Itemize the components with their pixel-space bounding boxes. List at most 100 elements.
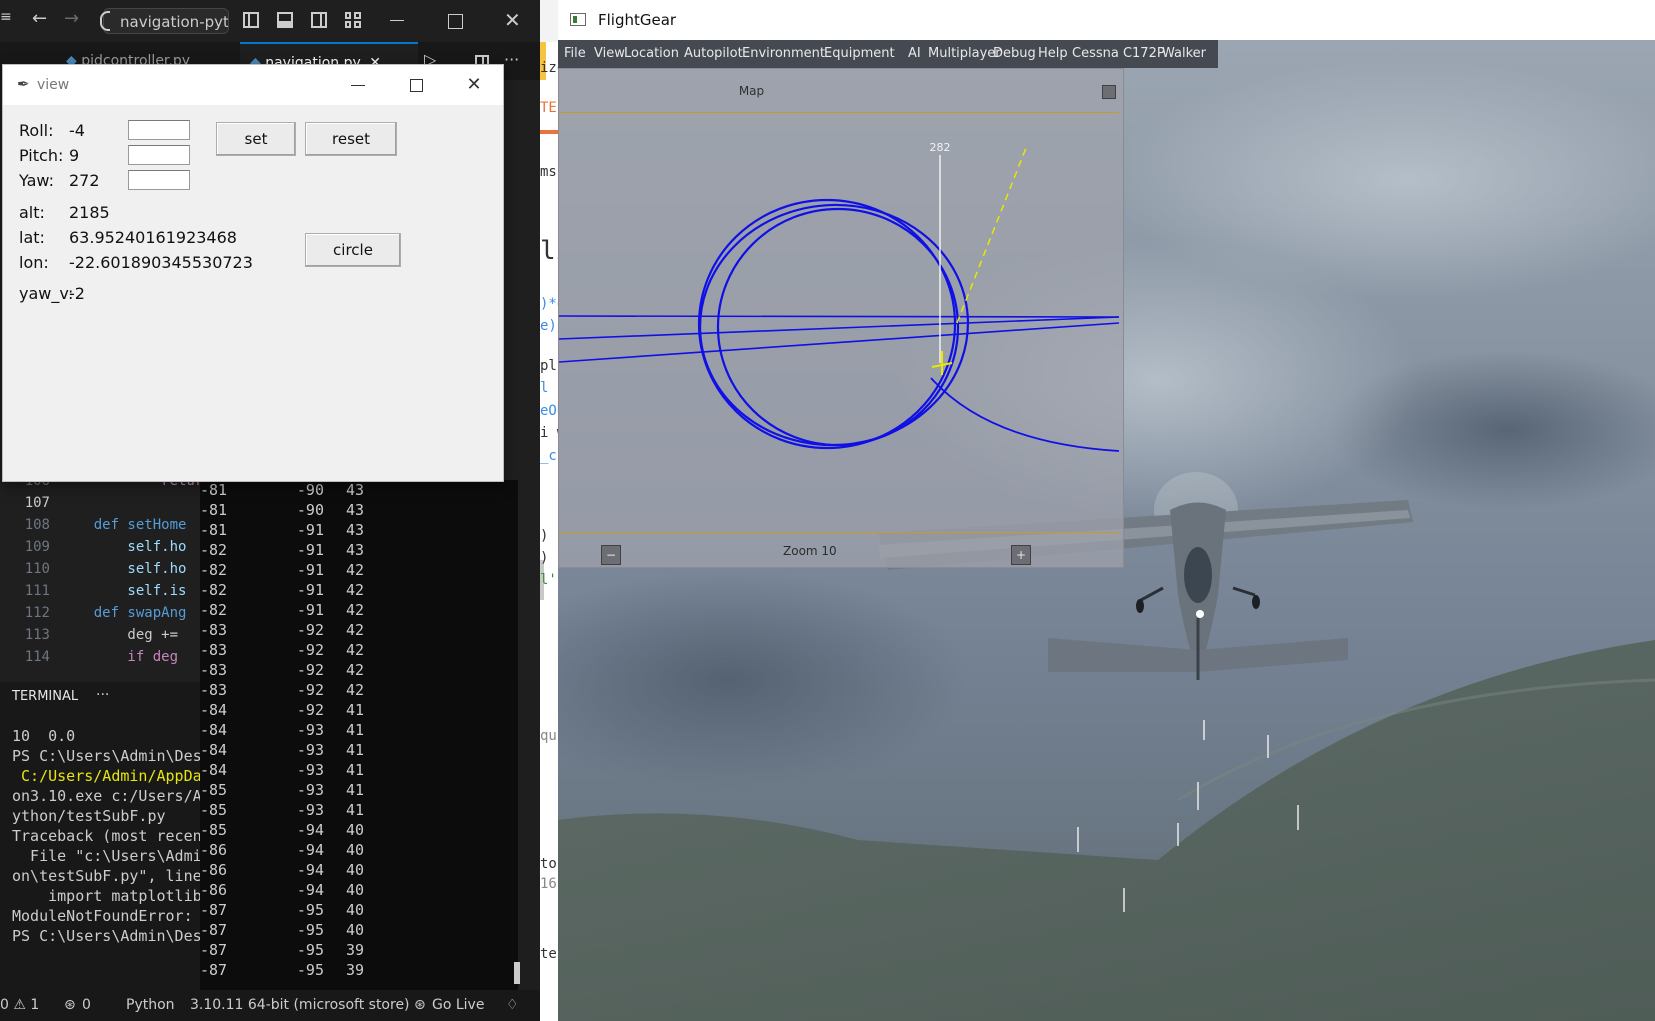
code-line[interactable]: 111 self.is (0, 580, 200, 602)
maximize-icon[interactable] (448, 14, 463, 29)
code-line[interactable]: 109 self.ho (0, 536, 200, 558)
go-live-button[interactable]: Go Live (432, 990, 484, 1021)
menu-ai[interactable]: AI (908, 40, 921, 68)
roll-input[interactable] (128, 120, 190, 140)
ports-status[interactable]: 0 (82, 990, 91, 1021)
output-cell: -92 (296, 661, 324, 679)
set-button[interactable]: set (216, 122, 296, 156)
yaw-value: 272 (69, 171, 100, 190)
sliver-text-fragment: TEF (540, 100, 558, 116)
command-center-search[interactable]: navigation-pytho (103, 8, 229, 34)
code-text: def setHome (60, 517, 187, 533)
code-text: self.is (60, 583, 187, 599)
interpreter-status[interactable]: 3.10.11 64-bit (microsoft store) (190, 990, 410, 1021)
pitch-input[interactable] (128, 145, 190, 165)
line-number: 108 (24, 517, 50, 533)
minimize-button[interactable] (335, 65, 381, 105)
output-cell: 43 (345, 541, 364, 559)
maximize-button[interactable] (393, 65, 439, 105)
output-cell: 42 (345, 621, 364, 639)
output-cell: -84 (200, 701, 228, 719)
output-cell: -94 (296, 861, 324, 879)
terminal[interactable]: 10 0.0 PS C:\Users\Admin\Des C:/Users/Adm… (0, 712, 202, 990)
forward-arrow-icon[interactable]: → (64, 8, 79, 29)
output-cell: -93 (296, 721, 324, 739)
notifications-icon[interactable]: ♢ (506, 990, 519, 1021)
output-cell: -93 (296, 781, 324, 799)
output-cell: 40 (345, 881, 364, 899)
view-titlebar: ✒ view ✕ (3, 65, 503, 105)
sliver-text-fragment: _c (540, 448, 557, 464)
terminal-line: File "c:\Users\Admi (12, 847, 202, 865)
output-cell: -92 (296, 681, 324, 699)
map-dialog: Map 282 − Zoom 10 + (558, 68, 1124, 568)
flight-path-line (559, 322, 1120, 363)
maximize-icon (410, 79, 423, 92)
line-number: 110 (24, 561, 50, 577)
close-button[interactable]: ✕ (451, 65, 497, 105)
search-text: navigation-pytho (120, 13, 229, 31)
language-mode[interactable]: Python (126, 990, 175, 1021)
menu-location[interactable]: Location (624, 40, 679, 68)
more-actions-icon[interactable]: ··· (504, 50, 519, 69)
terminal-scrollbar[interactable] (514, 962, 520, 984)
menu-cessna-c172p[interactable]: Cessna C172P (1072, 40, 1165, 68)
line-number: 113 (24, 627, 50, 643)
minimize-icon[interactable] (390, 20, 404, 21)
menu-equipment[interactable]: Equipment (824, 40, 895, 68)
sliver-text-fragment: ize (540, 60, 558, 76)
output-row: -85 -94 40 (200, 820, 518, 840)
flightgear-titlebar: FlightGear (558, 0, 1655, 40)
menu-multiplayer[interactable]: Multiplayer (928, 40, 1001, 68)
menu-icon[interactable]: ≡ (0, 9, 12, 25)
panel-more-icon[interactable]: ··· (96, 682, 109, 708)
close-icon[interactable]: ✕ (504, 8, 521, 32)
menu-help[interactable]: Help (1038, 40, 1068, 68)
menu-autopilot[interactable]: Autopilot (684, 40, 743, 68)
menu-environment[interactable]: Environment (742, 40, 825, 68)
roll-value: -4 (69, 121, 85, 140)
lat-label: lat: (19, 228, 45, 247)
menu-file[interactable]: File (564, 40, 586, 68)
code-line[interactable]: 113 deg += (0, 624, 200, 646)
problems-status[interactable]: 0 ⚠ 1 (0, 990, 39, 1021)
sliver-text-fragment: ms (540, 164, 557, 180)
menu-walker[interactable]: Walker (1162, 40, 1206, 68)
output-cell: 42 (345, 581, 364, 599)
toggle-primary-sidebar-icon[interactable] (243, 12, 259, 28)
tab-terminal[interactable]: TERMINAL (12, 682, 79, 713)
toggle-panel-icon[interactable] (277, 12, 293, 28)
circle-button[interactable]: circle (305, 233, 401, 267)
ports-icon[interactable]: ⊛ (64, 990, 76, 1021)
output-cell: -82 (200, 601, 228, 619)
reset-button[interactable]: reset (305, 122, 397, 156)
sliver-text-fragment: eOU (540, 403, 558, 419)
menu-debug[interactable]: Debug (993, 40, 1036, 68)
background-window-sliver: ize TEF ms li)*ear e)*ea pl l eOU i wi _c)) l' to 16… (540, 0, 558, 1021)
code-line[interactable]: 112 def swapAng (0, 602, 200, 624)
code-line[interactable]: 110 self.ho (0, 558, 200, 580)
output-terminal[interactable]: -81 -90 43 -81 -90 43 -81 -91 43 -82 -91 43 -82 -91 42… (200, 480, 518, 990)
pitch-label: Pitch: (19, 146, 64, 165)
menu-view[interactable]: View (594, 40, 625, 68)
zoom-out-button[interactable]: − (601, 545, 621, 565)
output-cell: -92 (296, 701, 324, 719)
back-arrow-icon[interactable]: ← (32, 8, 47, 29)
output-cell: 40 (345, 921, 364, 939)
customize-layout-icon[interactable] (345, 12, 361, 28)
heading-label: 282 (930, 141, 951, 154)
code-line[interactable]: 107 (0, 492, 200, 514)
aircraft-window (1184, 547, 1212, 603)
zoom-in-button[interactable]: + (1011, 545, 1031, 565)
output-row: -87 -95 39 (200, 960, 518, 980)
flight-path (559, 198, 1120, 452)
output-cell: -93 (296, 741, 324, 759)
map-canvas[interactable]: 282 (559, 113, 1124, 533)
map-close-button[interactable] (1102, 85, 1116, 99)
yaw-input[interactable] (128, 170, 190, 190)
wheel-right (1252, 595, 1260, 609)
code-line[interactable]: 114 if deg (0, 646, 200, 668)
toggle-secondary-sidebar-icon[interactable] (311, 12, 327, 28)
alt-label: alt: (19, 203, 45, 222)
code-line[interactable]: 108 def setHome (0, 514, 200, 536)
